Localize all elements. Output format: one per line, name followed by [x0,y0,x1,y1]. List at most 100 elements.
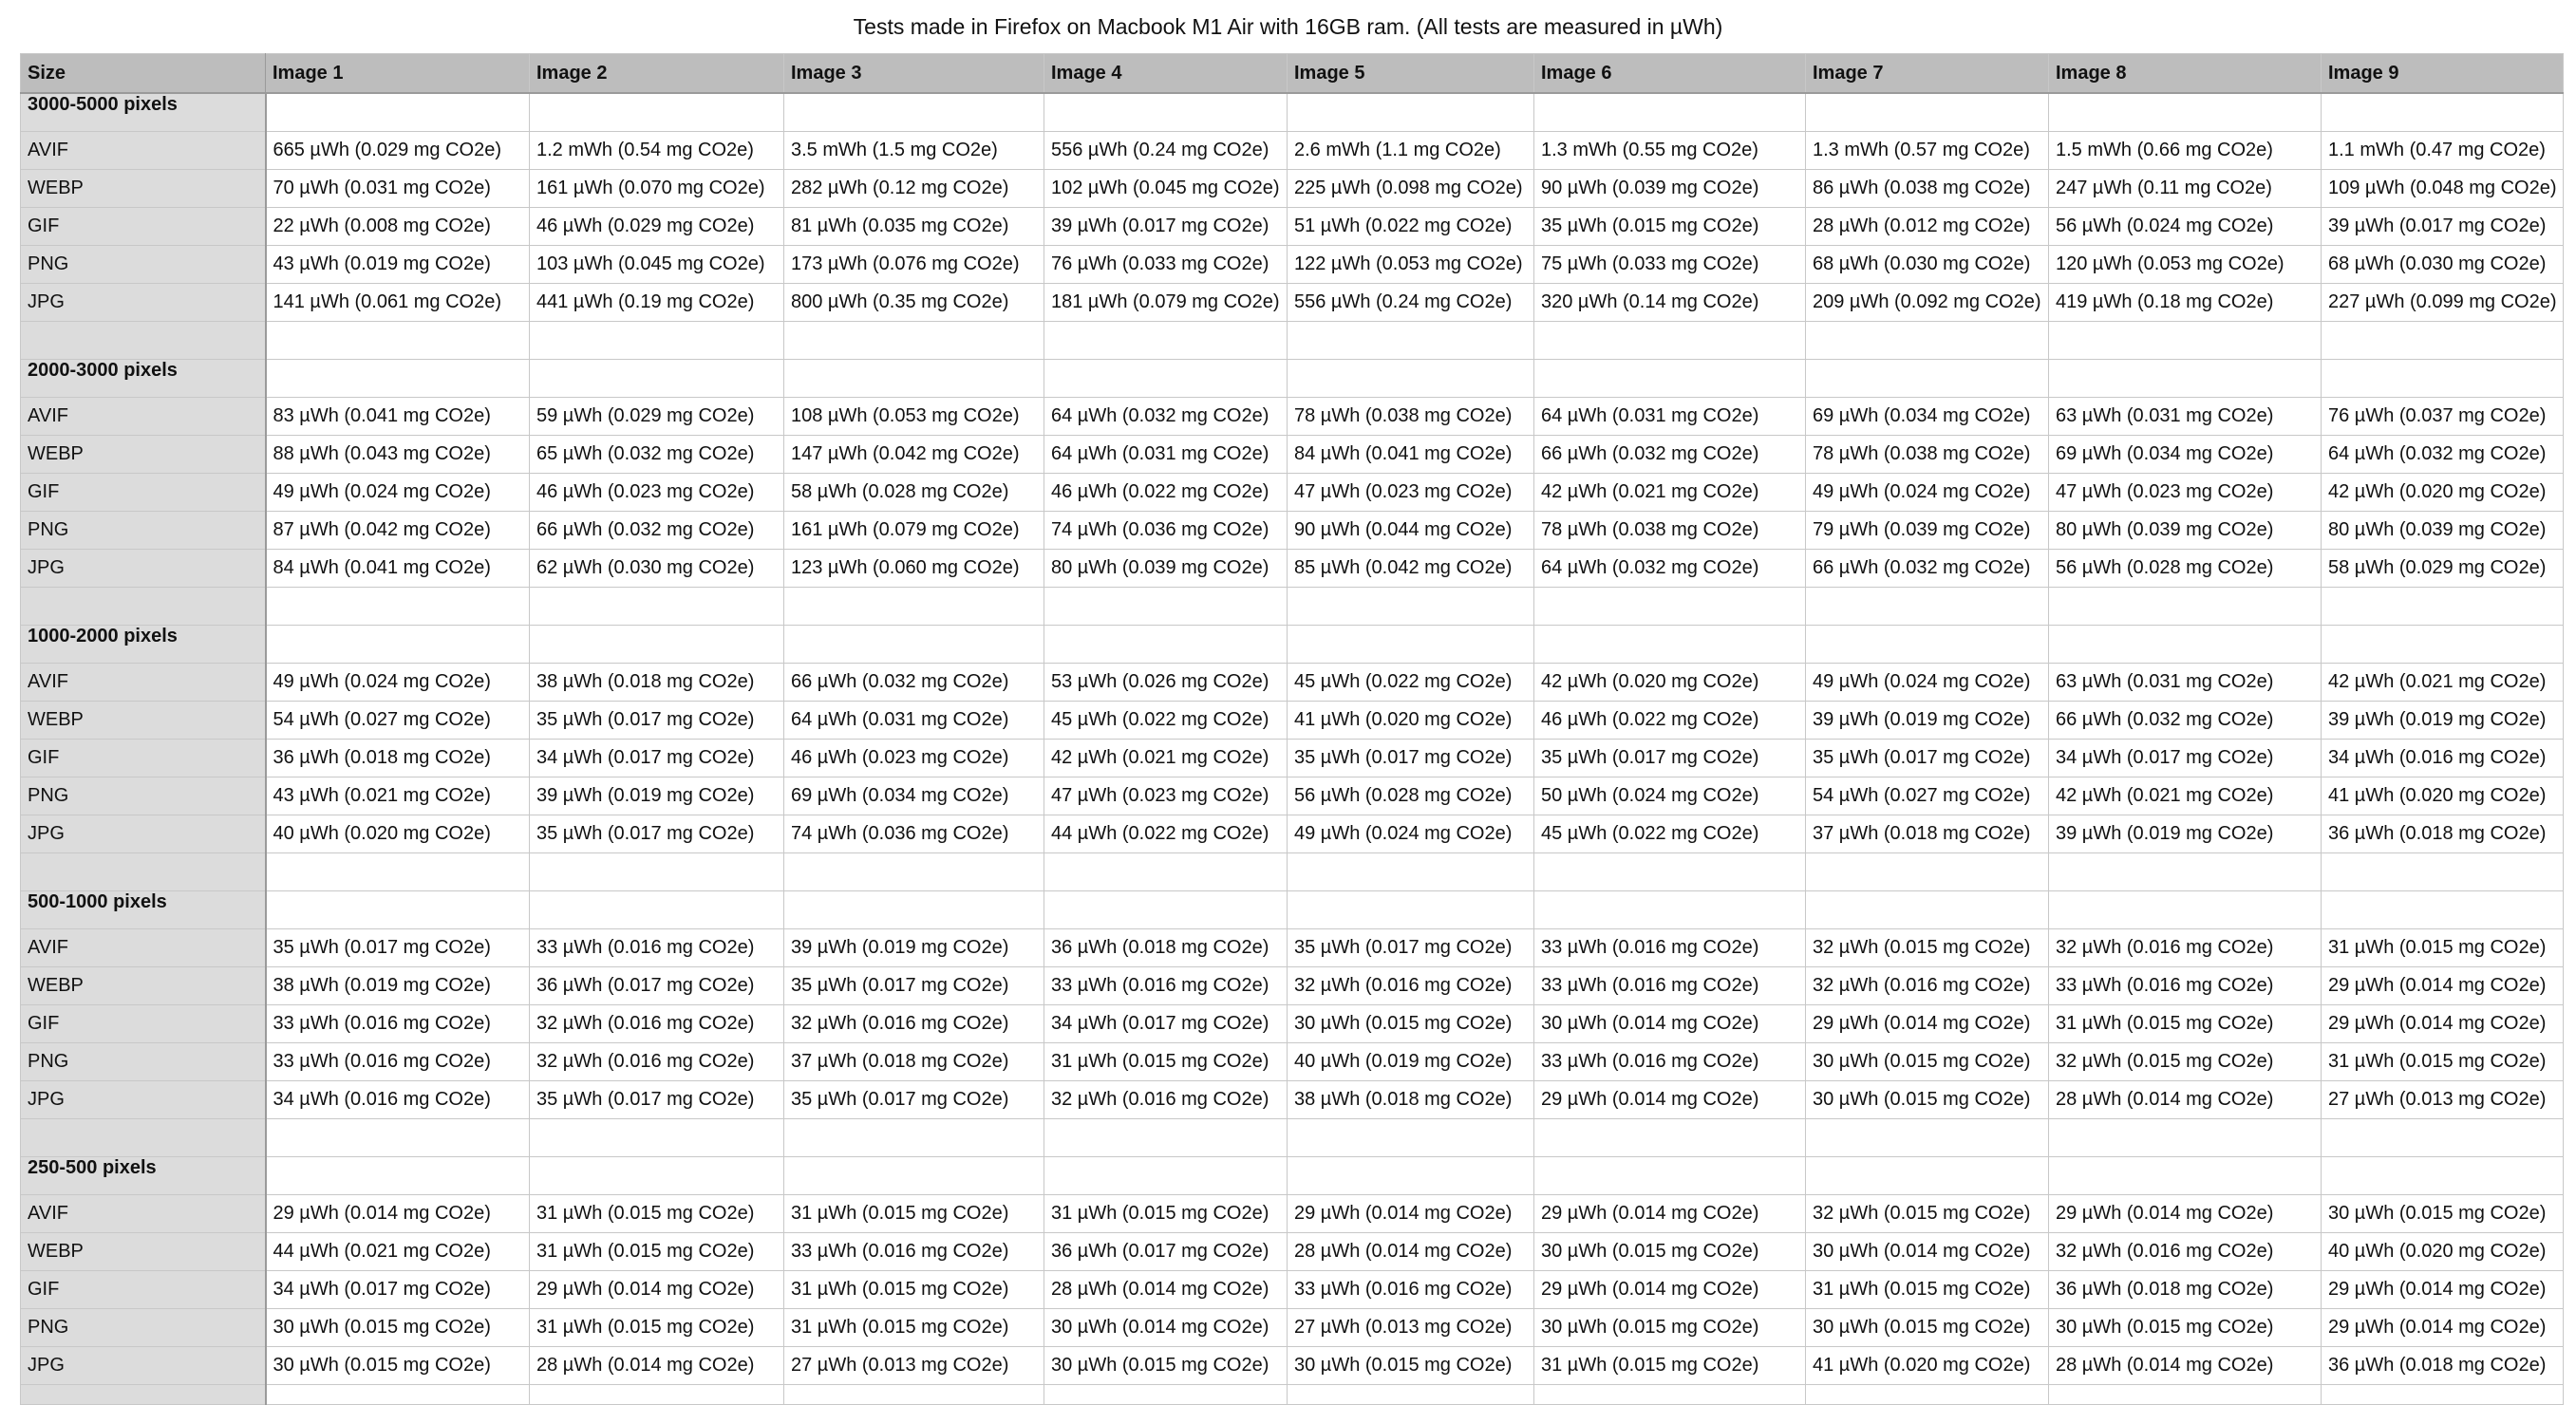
measurement-cell: 32 µWh (0.016 mg CO2e) [783,1004,1044,1043]
table-row: AVIF 35 µWh (0.017 mg CO2e) 33 µWh (0.016 … [20,928,2564,967]
empty-cell [1287,1384,1534,1405]
empty-cell [2048,852,2322,891]
format-label: GIF [20,1004,267,1043]
measurement-cell: 39 µWh (0.019 mg CO2e) [2321,701,2564,740]
empty-cell [529,587,784,626]
measurement-cell: 90 µWh (0.039 mg CO2e) [1533,169,1806,208]
measurement-cell: 225 µWh (0.098 mg CO2e) [1287,169,1534,208]
measurement-cell: 27 µWh (0.013 mg CO2e) [783,1346,1044,1385]
measurement-cell: 30 µWh (0.015 mg CO2e) [1533,1232,1806,1271]
measurement-cell: 29 µWh (0.014 mg CO2e) [1287,1194,1534,1233]
empty-cell [2321,1156,2564,1195]
measurement-cell: 85 µWh (0.042 mg CO2e) [1287,549,1534,588]
measurement-cell: 64 µWh (0.031 mg CO2e) [1533,397,1806,436]
measurement-cell: 68 µWh (0.030 mg CO2e) [2321,245,2564,284]
measurement-cell: 29 µWh (0.014 mg CO2e) [1533,1270,1806,1309]
table-row: WEBP 54 µWh (0.027 mg CO2e) 35 µWh (0.017 … [20,701,2564,740]
measurement-cell: 556 µWh (0.24 mg CO2e) [1044,131,1288,170]
format-label: AVIF [20,131,267,170]
measurement-cell: 49 µWh (0.024 mg CO2e) [265,663,530,702]
measurement-cell: 58 µWh (0.029 mg CO2e) [2321,549,2564,588]
section-label: 500-1000 pixels [20,890,267,929]
empty-cell [1805,1118,2049,1157]
measurement-cell: 36 µWh (0.018 mg CO2e) [2321,1346,2564,1385]
measurement-cell: 35 µWh (0.015 mg CO2e) [1533,207,1806,246]
empty-cell [783,587,1044,626]
measurement-cell: 22 µWh (0.008 mg CO2e) [265,207,530,246]
measurement-cell: 31 µWh (0.015 mg CO2e) [783,1308,1044,1347]
empty-cell [265,1156,530,1195]
measurement-cell: 78 µWh (0.038 mg CO2e) [1533,511,1806,550]
energy-table: Size Image 1 Image 2 Image 3 Image 4 Image 5I… [20,53,2564,1405]
measurement-cell: 556 µWh (0.24 mg CO2e) [1287,283,1534,322]
measurement-cell: 32 µWh (0.015 mg CO2e) [1805,1194,2049,1233]
empty-cell [265,1118,530,1157]
measurement-cell: 800 µWh (0.35 mg CO2e) [783,283,1044,322]
measurement-cell: 35 µWh (0.017 mg CO2e) [265,928,530,967]
empty-cell [529,321,784,360]
column-header-image-8: Image 8 [2048,53,2322,94]
column-header-image-1: Image 1 [265,53,530,94]
measurement-cell: 43 µWh (0.021 mg CO2e) [265,777,530,815]
measurement-cell: 54 µWh (0.027 mg CO2e) [265,701,530,740]
measurement-cell: 32 µWh (0.016 mg CO2e) [1044,1080,1288,1119]
section-label: 1000-2000 pixels [20,625,267,664]
section-label: 2000-3000 pixels [20,359,267,398]
measurement-cell: 30 µWh (0.014 mg CO2e) [1044,1308,1288,1347]
measurement-cell: 31 µWh (0.015 mg CO2e) [529,1308,784,1347]
measurement-cell: 90 µWh (0.044 mg CO2e) [1287,511,1534,550]
empty-cell [783,321,1044,360]
measurement-cell: 56 µWh (0.028 mg CO2e) [2048,549,2322,588]
measurement-cell: 181 µWh (0.079 mg CO2e) [1044,283,1288,322]
measurement-cell: 31 µWh (0.015 mg CO2e) [2321,1042,2564,1081]
measurement-cell: 33 µWh (0.016 mg CO2e) [1533,1042,1806,1081]
table-row: GIF 36 µWh (0.018 mg CO2e) 34 µWh (0.017 m… [20,739,2564,777]
empty-cell [2321,852,2564,891]
measurement-cell: 31 µWh (0.015 mg CO2e) [783,1194,1044,1233]
table-row: GIF 34 µWh (0.017 mg CO2e) 29 µWh (0.014 m… [20,1270,2564,1309]
empty-cell [1533,321,1806,360]
section-label: 250-500 pixels [20,1156,267,1195]
measurement-cell: 46 µWh (0.022 mg CO2e) [1044,473,1288,512]
measurement-cell: 36 µWh (0.017 mg CO2e) [1044,1232,1288,1271]
measurement-cell: 49 µWh (0.024 mg CO2e) [1287,815,1534,853]
measurement-cell: 47 µWh (0.023 mg CO2e) [1287,473,1534,512]
empty-cell [529,1156,784,1195]
section-row: 1000-2000 pixels [20,625,2564,664]
format-label: PNG [20,777,267,815]
measurement-cell: 29 µWh (0.014 mg CO2e) [2321,966,2564,1005]
empty-cell [20,1118,267,1157]
measurement-cell: 42 µWh (0.021 mg CO2e) [2048,777,2322,815]
empty-cell [20,852,267,891]
table-row: WEBP 38 µWh (0.019 mg CO2e) 36 µWh (0.017 … [20,966,2564,1005]
format-label: JPG [20,1346,267,1385]
measurement-cell: 69 µWh (0.034 mg CO2e) [1805,397,2049,436]
empty-cell [265,321,530,360]
measurement-cell: 42 µWh (0.020 mg CO2e) [2321,473,2564,512]
table-row: AVIF 49 µWh (0.024 mg CO2e) 38 µWh (0.018 … [20,663,2564,702]
empty-cell [265,587,530,626]
empty-cell [529,852,784,891]
table-row: WEBP 70 µWh (0.031 mg CO2e) 161 µWh (0.070… [20,169,2564,208]
table-row: AVIF 29 µWh (0.014 mg CO2e) 31 µWh (0.015 … [20,1194,2564,1233]
measurement-cell: 35 µWh (0.017 mg CO2e) [1287,739,1534,777]
empty-cell [1287,890,1534,929]
measurement-cell: 66 µWh (0.032 mg CO2e) [529,511,784,550]
table-row: PNG 87 µWh (0.042 mg CO2e) 66 µWh (0.032 m… [20,511,2564,550]
format-label: AVIF [20,397,267,436]
empty-cell [1287,1118,1534,1157]
measurement-cell: 227 µWh (0.099 mg CO2e) [2321,283,2564,322]
format-label: GIF [20,207,267,246]
measurement-cell: 29 µWh (0.014 mg CO2e) [2321,1308,2564,1347]
measurement-cell: 209 µWh (0.092 mg CO2e) [1805,283,2049,322]
empty-cell [1805,321,2049,360]
measurement-cell: 36 µWh (0.018 mg CO2e) [265,739,530,777]
empty-cell [1044,852,1288,891]
spacer-row [20,321,2564,360]
empty-cell [783,852,1044,891]
empty-cell [783,92,1044,132]
format-label: PNG [20,1042,267,1081]
measurement-cell: 79 µWh (0.039 mg CO2e) [1805,511,2049,550]
measurement-cell: 62 µWh (0.030 mg CO2e) [529,549,784,588]
measurement-cell: 78 µWh (0.038 mg CO2e) [1805,435,2049,474]
